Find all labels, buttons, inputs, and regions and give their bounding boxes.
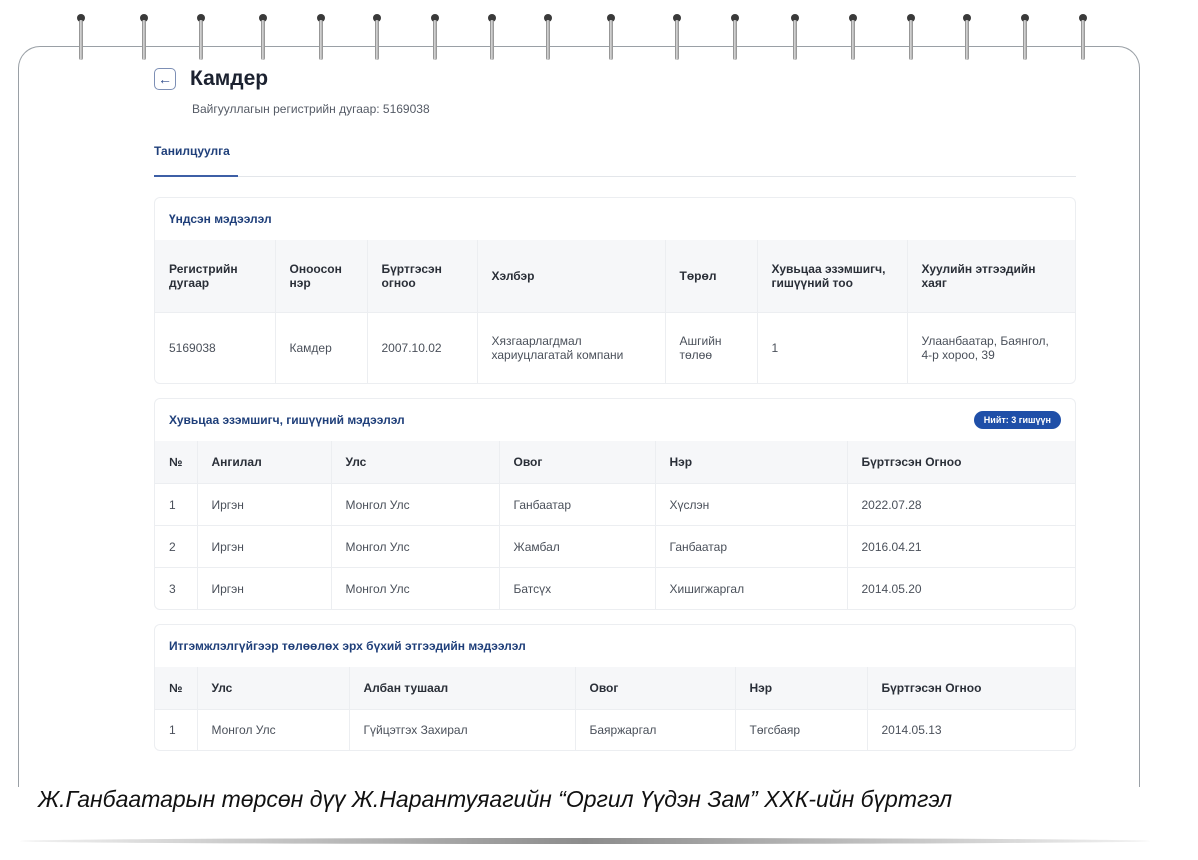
column-header: Улс	[331, 441, 500, 484]
representatives-header: Итгэмжлэлгүйгээр төлөөлөх эрх бүхий этгэ…	[155, 625, 1075, 667]
table-cell: 1	[155, 483, 198, 526]
spiral-ring	[316, 14, 326, 62]
table-cell: Төгсбаяр	[735, 709, 868, 750]
table-cell: Ганбаатар	[499, 483, 656, 526]
spiral-ring	[258, 14, 268, 62]
column-header: Овог	[575, 667, 736, 710]
spiral-ring	[372, 14, 382, 62]
table-row: 3 Иргэн Монгол Улс Батсүх Хишигжаргал 2014.05…	[155, 567, 1075, 609]
page-header: ← Камдер	[154, 62, 1076, 96]
column-header: Ангилал	[197, 441, 332, 484]
table-cell: 2014.05.20	[847, 567, 1075, 609]
table-cell: 2014.05.13	[867, 709, 1075, 750]
spiral-ring	[790, 14, 800, 62]
table-cell: Камдер	[275, 312, 368, 383]
column-header: Нэр	[655, 441, 848, 484]
tab-bar: Танилцуулга	[154, 140, 1076, 177]
table-cell: 1	[757, 312, 908, 383]
shareholders-card: Хувьцаа эзэмшигч, гишүүний мэдээлэл Нийт…	[154, 398, 1076, 610]
basic-info-header: Үндсэн мэдээлэл	[155, 198, 1075, 240]
arrow-left-icon[interactable]: ←	[154, 68, 176, 90]
spiral-ring	[606, 14, 616, 62]
table-cell: Иргэн	[197, 567, 332, 609]
representatives-card: Итгэмжлэлгүйгээр төлөөлөх эрх бүхий этгэ…	[154, 624, 1076, 751]
spiral-ring	[196, 14, 206, 62]
table-row: 2 Иргэн Монгол Улс Жамбал Ганбаатар 2016.04.2…	[155, 525, 1075, 568]
spiral-ring	[848, 14, 858, 62]
table-cell: Монгол Улс	[331, 483, 500, 526]
table-cell: Ганбаатар	[655, 525, 848, 568]
spiral-ring	[139, 14, 149, 62]
spiral-ring	[962, 14, 972, 62]
table-cell: 3	[155, 567, 198, 609]
representatives-table: № Улс Албан тушаал Овог Нэр Бүртгэсэн Огноо 1…	[155, 667, 1075, 750]
column-header: Хуулийн этгээдийн хаяг	[907, 240, 1075, 313]
column-header: Бүртгэсэн Огноо	[847, 441, 1075, 484]
shareholders-title: Хувьцаа эзэмшигч, гишүүний мэдээлэл	[169, 413, 405, 427]
column-header: Овог	[499, 441, 656, 484]
page-title: Камдер	[190, 67, 269, 90]
table-cell: Монгол Улс	[331, 567, 500, 609]
table-cell: 2016.04.21	[847, 525, 1075, 568]
column-header: Оноосон нэр	[275, 240, 368, 313]
table-cell: 1	[155, 709, 198, 750]
column-header: Нэр	[735, 667, 868, 710]
registration-number-line: Вайгууллагын регистрийн дугаар: 5169038	[192, 102, 430, 116]
table-cell: Жамбал	[499, 525, 656, 568]
shareholders-header: Хувьцаа эзэмшигч, гишүүний мэдээлэл Нийт…	[155, 399, 1075, 441]
column-header: Төрөл	[665, 240, 758, 313]
column-header: Хувьцаа эзэмшигч, гишүүний тоо	[757, 240, 908, 313]
table-cell: 2007.10.02	[367, 312, 478, 383]
spiral-ring	[430, 14, 440, 62]
image-caption: Ж.Ганбаатарын төрсөн дүү Ж.Нарантуяагийн…	[38, 786, 953, 812]
shareholders-table: № Ангилал Улс Овог Нэр Бүртгэсэн Огноо 1 Иргэн…	[155, 441, 1075, 609]
table-cell: Монгол Улс	[197, 709, 350, 750]
spiral-ring	[1020, 14, 1030, 62]
bottom-shadow	[20, 838, 1150, 844]
basic-info-title: Үндсэн мэдээлэл	[169, 212, 272, 226]
company-page: ← Камдер Вайгууллагын регистрийн дугаар:…	[154, 62, 1076, 751]
column-header: Бүртгэсэн огноо	[367, 240, 478, 313]
table-cell: Баяржаргал	[575, 709, 736, 750]
table-cell: Батсүх	[499, 567, 656, 609]
basic-info-card: Үндсэн мэдээлэл Регистрийн дугаар Оноосон…	[154, 197, 1076, 384]
table-cell: Монгол Улс	[331, 525, 500, 568]
table-cell: Хязгаарлагдмал хариуцлагатай компани	[477, 312, 666, 383]
column-header: №	[155, 667, 198, 710]
spiral-ring	[906, 14, 916, 62]
table-cell: Иргэн	[197, 525, 332, 568]
table-cell: Хишигжаргал	[655, 567, 848, 609]
column-header: Албан тушаал	[349, 667, 576, 710]
spiral-ring	[76, 14, 86, 62]
spiral-ring	[672, 14, 682, 62]
column-header: Регистрийн дугаар	[155, 240, 276, 313]
table-cell: 2	[155, 525, 198, 568]
tab-introduction[interactable]: Танилцуулга	[154, 140, 238, 177]
table-row: 1 Иргэн Монгол Улс Ганбаатар Хүслэн 2022.07.2…	[155, 483, 1075, 526]
representatives-title: Итгэмжлэлгүйгээр төлөөлөх эрх бүхий этгэ…	[169, 639, 526, 653]
column-header: №	[155, 441, 198, 484]
table-cell: Ашгийн төлөө	[665, 312, 758, 383]
table-row: 5169038 Камдер 2007.10.02 Хязгаарлагдмал ха…	[155, 312, 1075, 383]
spiral-ring	[487, 14, 497, 62]
table-cell: Гүйцэтгэх Захирал	[349, 709, 576, 750]
column-header: Бүртгэсэн Огноо	[867, 667, 1075, 710]
table-cell: Хүслэн	[655, 483, 848, 526]
spiral-binding	[0, 14, 1198, 64]
basic-info-table: Регистрийн дугаар Оноосон нэр Бүртгэсэн ог…	[155, 240, 1075, 383]
column-header: Улс	[197, 667, 350, 710]
table-cell: Улаанбаатар, Баянгол, 4-р хороо, 39	[907, 312, 1075, 383]
table-cell: 2022.07.28	[847, 483, 1075, 526]
member-count-badge[interactable]: Нийт: 3 гишүүн	[973, 411, 1061, 429]
spiral-ring	[730, 14, 740, 62]
spiral-ring	[543, 14, 553, 62]
table-row: 1 Монгол Улс Гүйцэтгэх Захирал Баяржаргал Тө…	[155, 709, 1075, 750]
table-cell: Иргэн	[197, 483, 332, 526]
table-cell: 5169038	[155, 312, 276, 383]
column-header: Хэлбэр	[477, 240, 666, 313]
spiral-ring	[1078, 14, 1088, 62]
